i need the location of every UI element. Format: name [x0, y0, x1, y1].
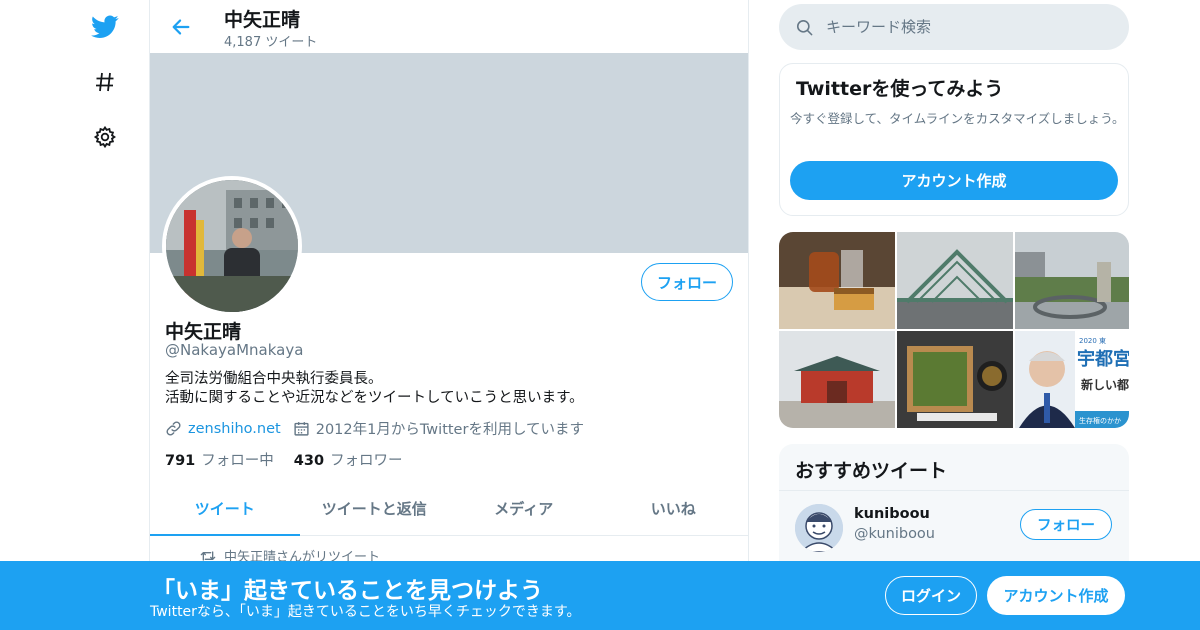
profile-name: 中矢正晴	[165, 321, 242, 343]
bio-line: 活動に関することや近況などをツイートしていこうと思います。	[165, 390, 584, 406]
search-input[interactable]	[826, 18, 1106, 36]
back-arrow-icon[interactable]	[166, 12, 196, 42]
recommended-user-handle: @kuniboou	[854, 526, 935, 542]
poster-footer: 生存権のかか	[1079, 416, 1121, 425]
following-count: 791	[165, 453, 196, 469]
profile-avatar[interactable]	[162, 176, 302, 316]
poster-subtitle: 新しい都	[1081, 377, 1129, 392]
signup-card-description: 今すぐ登録して、タイムラインをカスタマイズしましょう。	[790, 111, 1125, 126]
bottom-bar-subtitle: Twitterなら、「いま」起きていることをいち早くチェックできます。	[150, 604, 581, 620]
bottom-signup-bar: 「いま」起きていることを見つけよう Twitterなら、「いま」起きていることを…	[0, 561, 1200, 630]
tab-likes[interactable]: いいね	[599, 482, 749, 535]
following-stat[interactable]: 791 フォロー中	[165, 449, 274, 470]
media-thumb-campaign-poster[interactable]: 2020 東 宇都宮 新しい都 生存権のかか	[1015, 331, 1129, 428]
twitter-bird-icon[interactable]	[90, 12, 120, 42]
followers-label: フォロワー	[330, 453, 403, 469]
media-thumb-bridge[interactable]	[897, 232, 1013, 329]
bottom-create-account-button[interactable]: アカウント作成	[987, 576, 1125, 615]
follow-button[interactable]: フォロー	[641, 263, 733, 301]
profile-website-link[interactable]: zenshiho.net	[188, 421, 281, 437]
recommended-title: おすすめツイート	[795, 460, 948, 482]
header-tweet-count: 4,187 ツイート	[224, 35, 318, 50]
followers-stat[interactable]: 430 フォロワー	[294, 449, 403, 470]
gear-icon[interactable]	[90, 122, 120, 152]
create-account-button[interactable]: アカウント作成	[790, 161, 1118, 200]
tab-tweets[interactable]: ツイート	[150, 482, 300, 536]
hashtag-icon[interactable]	[90, 67, 120, 97]
recommended-user[interactable]: kuniboou @kuniboou フォロー	[779, 490, 1129, 562]
media-thumb-shrine[interactable]	[779, 331, 895, 428]
media-thumb-soba[interactable]	[897, 331, 1013, 428]
profile-stats: 791 フォロー中 430 フォロワー	[165, 449, 403, 470]
followers-count: 430	[293, 453, 325, 469]
calendar-icon	[293, 420, 310, 437]
following-label: フォロー中	[201, 453, 274, 469]
recommended-follow-button[interactable]: フォロー	[1020, 509, 1112, 540]
search-icon	[795, 18, 814, 37]
tab-tweets-and-replies[interactable]: ツイートと返信	[300, 482, 450, 535]
profile-header-bar: 中矢正晴 4,187 ツイート	[150, 0, 748, 53]
link-icon	[165, 420, 182, 437]
media-thumbnails: 2020 東 宇都宮 新しい都 生存権のかか	[779, 232, 1129, 428]
poster-year-label: 2020 東	[1079, 336, 1106, 345]
recommended-user-name: kuniboou	[854, 506, 930, 522]
profile-column: 中矢正晴 4,187 ツイート フォロー 中矢正晴 @NakayaMnakaya…	[149, 0, 749, 630]
recommended-user-avatar[interactable]	[795, 504, 843, 552]
header-name: 中矢正晴	[224, 9, 301, 31]
profile-handle: @NakayaMnakaya	[165, 341, 304, 359]
media-thumb-tea-cake[interactable]	[779, 232, 895, 329]
signup-card: Twitterを使ってみよう 今すぐ登録して、タイムラインをカスタマイズしましょ…	[779, 63, 1129, 216]
left-nav	[80, 0, 130, 630]
login-button[interactable]: ログイン	[885, 576, 977, 615]
poster-title: 宇都宮	[1077, 348, 1129, 370]
profile-bio: 全司法労働組合中央執行委員長。 活動に関することや近況などをツイートしていこうと…	[165, 370, 584, 408]
profile-joined-date: 2012年1月からTwitterを利用しています	[315, 422, 585, 438]
bottom-bar-title: 「いま」起きていることを見つけよう	[152, 578, 543, 604]
profile-meta: zenshiho.net 2012年1月からTwitterを利用しています	[165, 418, 584, 439]
search-box	[779, 4, 1129, 50]
profile-tabs: ツイート ツイートと返信 メディア いいね	[150, 482, 748, 536]
signup-card-title: Twitterを使ってみよう	[796, 78, 1004, 100]
media-thumb-park[interactable]	[1015, 232, 1129, 329]
tab-media[interactable]: メディア	[449, 482, 599, 535]
bio-line: 全司法労働組合中央執行委員長。	[165, 371, 383, 387]
